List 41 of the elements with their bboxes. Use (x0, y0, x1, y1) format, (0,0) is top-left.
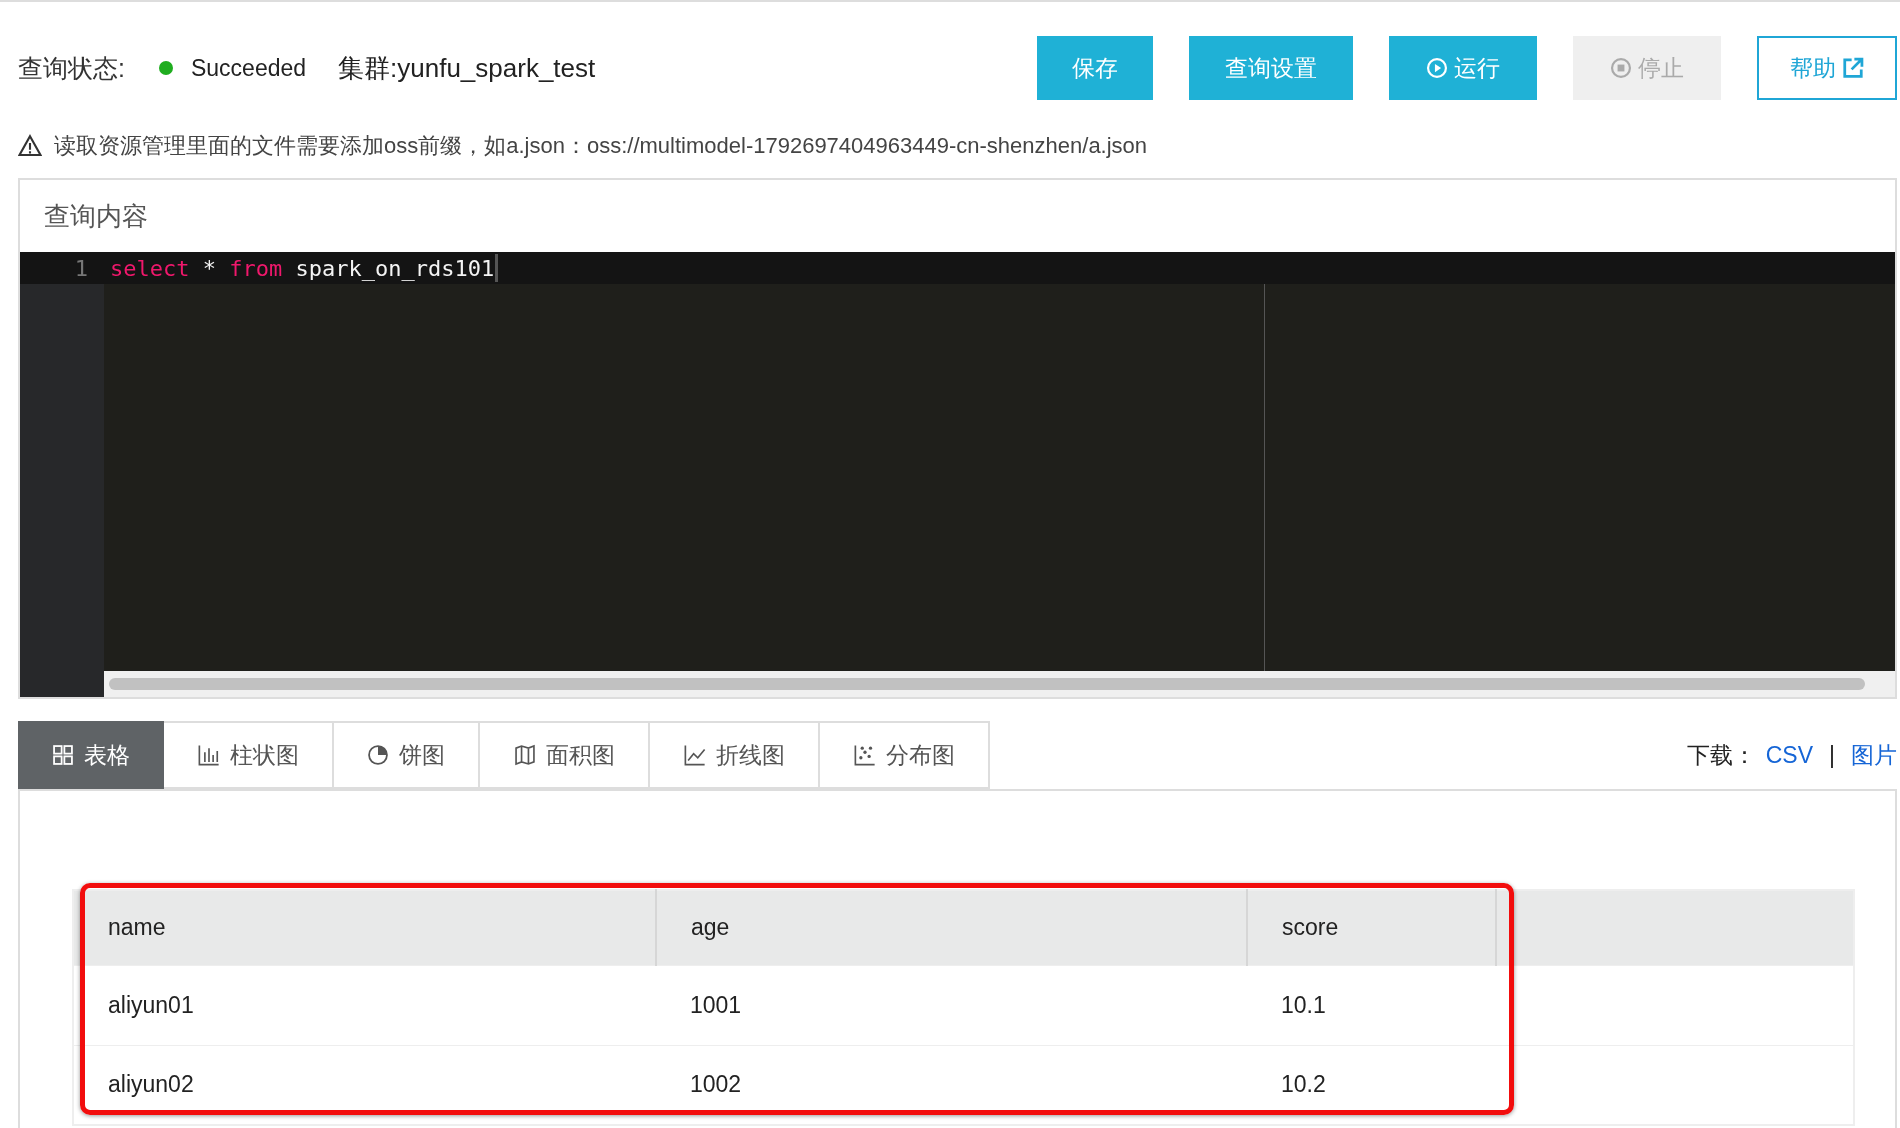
separator: | (1829, 741, 1835, 769)
table-cell: aliyun02 (73, 1045, 656, 1125)
notice-text: 读取资源管理里面的文件需要添加oss前缀，如a.json：oss://multimodel-1792697404963449-cn-shenzhen/a.json (54, 132, 1148, 160)
panel-title: 查询内容 (43, 199, 149, 233)
download-link[interactable]: CSV (1765, 741, 1813, 769)
chart-tab[interactable]: 表格 (18, 721, 164, 789)
status-label: 查询状态: (18, 52, 125, 84)
table-cell: 1001 (656, 965, 1247, 1045)
chart-tab[interactable]: 柱状图 (164, 721, 334, 789)
table-cell: 10.1 (1247, 965, 1496, 1045)
scrollbar-thumb[interactable] (109, 678, 1865, 690)
column-header: score (1247, 890, 1496, 965)
grid-icon (52, 744, 74, 766)
line-number: 1 (74, 255, 88, 281)
cluster-name: 集群:yunfu_spark_test (338, 51, 596, 85)
scatter-chart-icon (853, 744, 876, 766)
play-circle-icon (1426, 57, 1448, 79)
table-cell: 10.2 (1247, 1045, 1496, 1125)
code-editor[interactable]: 1 select * from spark_on_rds101 (20, 252, 1895, 697)
folded-map-icon (513, 744, 536, 766)
text-cursor (495, 254, 499, 282)
download-link[interactable]: 图片 (1851, 739, 1897, 771)
column-header: name (73, 890, 656, 965)
line-chart-icon (683, 744, 706, 766)
stop-circle-icon (1610, 57, 1632, 79)
chart-tab[interactable]: 分布图 (820, 721, 990, 789)
table-cell: aliyun01 (73, 965, 656, 1045)
code-line: select * from spark_on_rds101 (110, 255, 495, 281)
bar-chart-icon (197, 744, 220, 766)
status-text: Succeeded (190, 54, 307, 82)
scrollbar-track[interactable] (104, 671, 1895, 697)
warning-icon (18, 134, 42, 158)
chart-tab[interactable]: 饼图 (334, 721, 480, 789)
chart-tab[interactable]: 面积图 (480, 721, 650, 789)
external-link-icon (1842, 57, 1864, 79)
table-cell: 1002 (656, 1045, 1247, 1125)
pie-chart-icon (367, 744, 389, 766)
download-label: 下载： (1686, 740, 1756, 770)
status-dot (158, 61, 173, 75)
chart-tab[interactable]: 折线图 (650, 721, 820, 789)
column-header: age (656, 890, 1247, 965)
